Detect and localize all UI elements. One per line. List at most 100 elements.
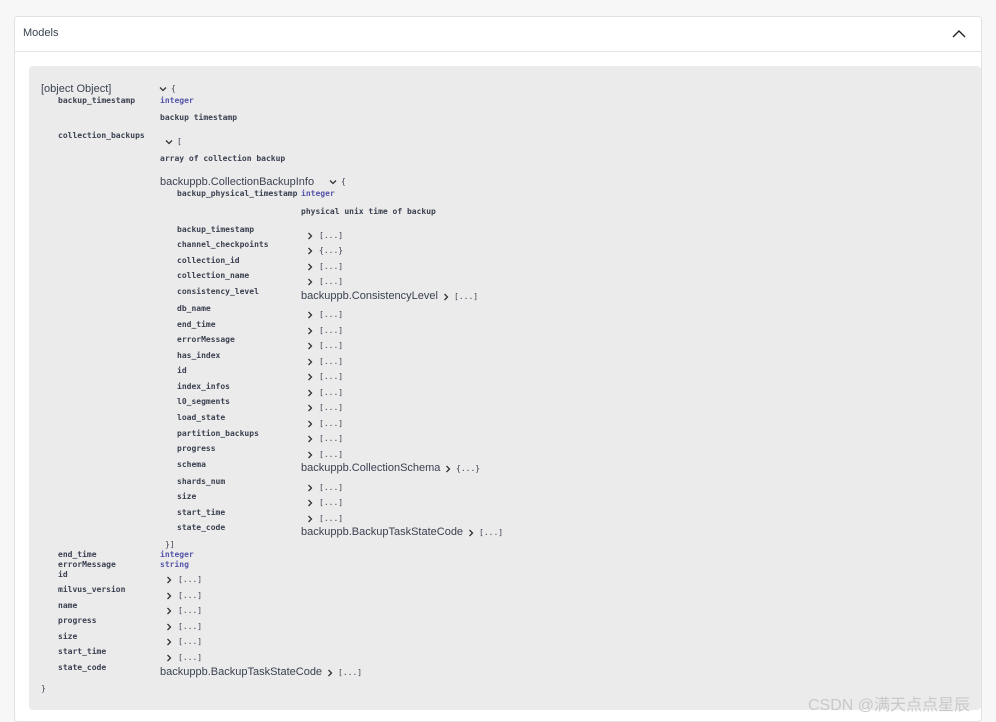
property-progress: progress [177,444,216,453]
collapsed-value[interactable]: [...] [178,653,202,662]
collapsed-value[interactable]: [...] [319,403,343,412]
collapsed-value[interactable]: [...] [178,606,202,615]
property-type: integer [160,550,194,559]
property-type: integer [160,96,194,105]
property-state-code: state_code [177,523,226,532]
property-collection-backups: collection_backups [58,131,145,140]
collapsed-value[interactable]: [...] [319,231,343,240]
collapsed-value[interactable]: [...] [178,591,202,600]
chevron-right-icon[interactable] [165,607,173,615]
chevron-right-icon[interactable] [442,293,450,301]
property-channel-checkpoints: channel_checkpoints [177,240,269,249]
property-schema: schema [177,460,206,469]
collapsed-value[interactable]: [...] [178,637,202,646]
collapsed-value[interactable]: [...] [319,341,343,350]
collapsed-value[interactable]: [...] [319,277,343,286]
property-description: array of collection backup [160,154,286,163]
chevron-right-icon[interactable] [467,529,475,537]
chevron-right-icon[interactable] [444,465,452,473]
collapsed-value[interactable]: [...] [319,419,343,428]
models-section-header[interactable]: Models [15,17,981,52]
collapsed-value[interactable]: [...] [319,483,343,492]
nested-model-title[interactable]: backuppb.CollectionBackupInfo [160,176,314,188]
collapsed-value[interactable]: [...] [319,357,343,366]
collapsed-value[interactable]: [...] [319,514,343,523]
property-backup-timestamp: backup_timestamp [58,96,136,105]
collapsed-value[interactable]: [...] [319,262,343,271]
chevron-right-icon[interactable] [306,232,314,240]
property-consistency-level: consistency_level [177,287,259,296]
chevron-right-icon[interactable] [165,592,173,600]
chevron-right-icon[interactable] [306,247,314,255]
collapsed-value[interactable]: [...] [338,668,362,677]
property-id: id [58,570,68,579]
model-ref-link[interactable]: backuppb.ConsistencyLevel [301,290,438,302]
property-milvus-version: milvus_version [58,585,126,594]
model-ref-link[interactable]: backuppb.CollectionSchema [301,462,440,474]
chevron-right-icon[interactable] [306,389,314,397]
collapsed-value[interactable]: {...} [319,246,343,255]
property-backup-physical-timestamp: backup_physical_timestamp [177,189,298,198]
collapsed-value[interactable]: [...] [178,575,202,584]
property-index-infos: index_infos [177,382,230,391]
models-section-title: Models [23,27,59,39]
collapsed-value[interactable]: [...] [319,434,343,443]
chevron-up-icon[interactable] [951,26,967,42]
collapsed-value[interactable]: {...} [456,464,480,473]
chevron-right-icon[interactable] [326,669,334,677]
property-end-time: end_time [177,320,216,329]
chevron-right-icon[interactable] [165,623,173,631]
collapsed-value[interactable]: [...] [319,450,343,459]
collapsed-value[interactable]: [...] [178,622,202,631]
chevron-right-icon[interactable] [306,404,314,412]
chevron-right-icon[interactable] [165,654,173,662]
model-ref-link[interactable]: backuppb.BackupTaskStateCode [301,526,463,538]
chevron-right-icon[interactable] [306,278,314,286]
chevron-down-icon[interactable] [159,85,167,93]
chevron-right-icon[interactable] [306,311,314,319]
chevron-right-icon[interactable] [306,420,314,428]
chevron-right-icon[interactable] [306,358,314,366]
property-state-code: state_code [58,663,107,672]
chevron-down-icon[interactable] [329,178,337,186]
property-collection-id: collection_id [177,256,240,265]
chevron-right-icon[interactable] [306,499,314,507]
chevron-right-icon[interactable] [165,638,173,646]
chevron-right-icon[interactable] [306,327,314,335]
chevron-right-icon[interactable] [306,435,314,443]
collapsed-value[interactable]: [...] [454,292,478,301]
chevron-down-icon[interactable] [165,138,173,146]
property-load-state: load_state [177,413,226,422]
chevron-right-icon[interactable] [306,451,314,459]
property-has-index: has_index [177,351,221,360]
collapsed-value[interactable]: [...] [319,498,343,507]
chevron-right-icon[interactable] [306,342,314,350]
model-close-brace: } [41,684,46,693]
chevron-right-icon[interactable] [306,515,314,523]
collapsed-value[interactable]: [...] [319,310,343,319]
property-l0-segments: l0_segments [177,397,230,406]
model-open-brace: { [171,84,176,93]
property-size: size [177,492,197,501]
property-end-time: end_time [58,550,97,559]
property-db-name: db_name [177,304,211,313]
model-title[interactable]: [object Object] [41,83,111,95]
property-shards-num: shards_num [177,477,226,486]
chevron-right-icon[interactable] [306,263,314,271]
collapsed-value[interactable]: [...] [319,372,343,381]
collapsed-value[interactable]: [...] [479,528,503,537]
model-ref-link[interactable]: backuppb.BackupTaskStateCode [160,666,322,678]
property-collection-name: collection_name [177,271,250,280]
chevron-right-icon[interactable] [165,576,173,584]
property-partition-backups: partition_backups [177,429,259,438]
property-type: integer [301,189,335,198]
property-id: id [177,366,187,375]
property-progress: progress [58,616,97,625]
array-open-bracket: [ [177,137,182,146]
chevron-right-icon[interactable] [306,484,314,492]
property-start-time: start_time [58,647,107,656]
property-start-time: start_time [177,508,226,517]
collapsed-value[interactable]: [...] [319,388,343,397]
chevron-right-icon[interactable] [306,373,314,381]
collapsed-value[interactable]: [...] [319,326,343,335]
